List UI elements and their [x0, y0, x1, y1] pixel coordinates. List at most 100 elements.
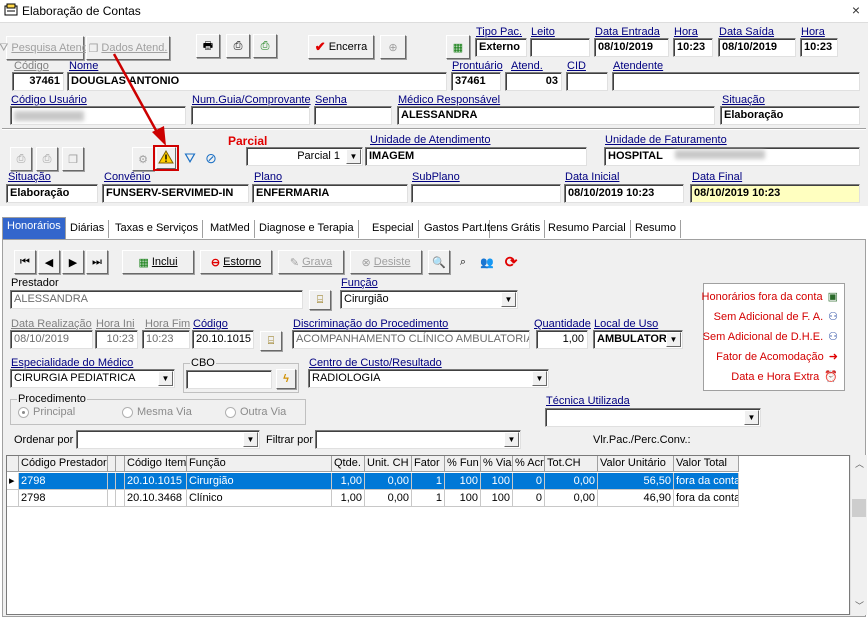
- unidade-fat-field[interactable]: HOSPITAL: [604, 147, 860, 166]
- cbo-lookup-button[interactable]: ϟ: [276, 369, 296, 389]
- tecnica-select[interactable]: ▼: [545, 408, 761, 427]
- grid-green-button[interactable]: ▦: [446, 35, 470, 59]
- grava-button[interactable]: ✎ Grava: [278, 250, 344, 274]
- hora-saida-field[interactable]: 10:23: [800, 38, 838, 57]
- subplano-field[interactable]: [411, 184, 561, 203]
- data-final-field[interactable]: 08/10/2019 10:23: [690, 184, 860, 203]
- print-partial-button[interactable]: ⎙: [36, 147, 58, 171]
- codigo-proc-field[interactable]: 20.10.1015: [192, 330, 254, 349]
- cell[interactable]: [108, 490, 116, 507]
- attach-button[interactable]: ⊘: [202, 147, 220, 169]
- tab-itens-gratis[interactable]: Itens Grátis: [480, 220, 546, 238]
- cell[interactable]: 0,00: [365, 490, 412, 507]
- chevron-down-icon[interactable]: ▼: [243, 432, 258, 447]
- hora-fim-field[interactable]: 10:23: [142, 330, 190, 349]
- zoom-button[interactable]: 🔍: [428, 250, 450, 274]
- pesquisa-atend-button[interactable]: ⛛ Pesquisa Atend.: [0, 36, 91, 60]
- cell[interactable]: 0: [513, 490, 545, 507]
- gear-button[interactable]: ⚙: [132, 147, 154, 171]
- first-record-button[interactable]: ⏮: [14, 250, 36, 274]
- cell[interactable]: 1,00: [332, 473, 365, 490]
- cell[interactable]: 46,90: [598, 490, 674, 507]
- col-header-valor-unitario[interactable]: Valor Unitário: [598, 456, 674, 472]
- radio-principal[interactable]: Principal: [18, 406, 75, 418]
- cell[interactable]: 0,00: [545, 473, 598, 490]
- num-guia-field[interactable]: [191, 106, 310, 125]
- col-header-perc-via[interactable]: % Via: [481, 456, 513, 472]
- codigo-search-button[interactable]: ⌸: [260, 331, 282, 351]
- tab-resumo-parcial[interactable]: Resumo Parcial: [544, 220, 631, 238]
- cbo-field[interactable]: [186, 370, 272, 389]
- cell[interactable]: fora da conta: [674, 473, 739, 490]
- chevron-down-icon[interactable]: ▼: [666, 332, 681, 347]
- chevron-down-icon[interactable]: ▼: [501, 292, 516, 307]
- tab-especial[interactable]: Especial: [368, 220, 419, 238]
- table-row[interactable]: ▸ 2798 20.10.1015 Cirurgião 1,00 0,00 1 …: [7, 473, 839, 490]
- honorarios-grid[interactable]: Código Prestador Código Item Função Qtde…: [6, 455, 850, 615]
- print-green-button[interactable]: ⎙: [253, 34, 277, 58]
- col-header-codigo-item[interactable]: Código Item: [125, 456, 187, 472]
- hora-ini-field[interactable]: 10:23: [95, 330, 138, 349]
- tab-resumo[interactable]: Resumo: [631, 220, 681, 238]
- local-uso-select[interactable]: AMBULATORI ▼: [593, 330, 683, 349]
- convenio-field[interactable]: FUNSERV-SERVIMED-IN: [102, 184, 249, 203]
- users-button[interactable]: 👥: [476, 250, 498, 274]
- parcial-select[interactable]: Parcial 1 ▼: [246, 147, 363, 166]
- tab-diarias[interactable]: Diárias: [66, 220, 110, 238]
- tab-honorarios[interactable]: Honorários: [2, 217, 66, 239]
- desiste-button[interactable]: ⊗ Desiste: [350, 250, 422, 274]
- next-record-button[interactable]: ▶: [62, 250, 84, 274]
- col-header-blank[interactable]: [108, 456, 116, 472]
- warning-button[interactable]: [156, 147, 176, 169]
- col-header-fator[interactable]: Fator: [412, 456, 445, 472]
- cell[interactable]: 2798: [19, 473, 108, 490]
- cell[interactable]: 1: [412, 473, 445, 490]
- cell[interactable]: 0,00: [545, 490, 598, 507]
- col-header-tot-ch[interactable]: Tot.CH: [545, 456, 598, 472]
- medico-field[interactable]: ALESSANDRA: [397, 106, 715, 125]
- print-setup-button[interactable]: 🖶: [196, 34, 220, 58]
- cid-field[interactable]: [566, 72, 608, 91]
- radio-mesma-via[interactable]: Mesma Via: [122, 406, 192, 418]
- chevron-down-icon[interactable]: ▼: [744, 410, 759, 425]
- funcao-select[interactable]: Cirurgião ▼: [340, 290, 518, 309]
- prev-record-button[interactable]: ◀: [38, 250, 60, 274]
- cell[interactable]: 1,00: [332, 490, 365, 507]
- scroll-thumb[interactable]: [852, 499, 866, 517]
- chevron-down-icon[interactable]: ▼: [158, 371, 173, 386]
- cell[interactable]: fora da conta: [674, 490, 739, 507]
- chevron-down-icon[interactable]: ▼: [346, 149, 361, 164]
- ordenar-select[interactable]: ▼: [76, 430, 260, 449]
- cell[interactable]: 2798: [19, 490, 108, 507]
- cell[interactable]: 0,00: [365, 473, 412, 490]
- col-header-funcao[interactable]: Função: [187, 456, 332, 472]
- col-header-valor-total[interactable]: Valor Total: [674, 456, 739, 472]
- col-header-qtde[interactable]: Qtde.: [332, 456, 365, 472]
- encerra-button[interactable]: ✔ Encerra: [308, 35, 374, 59]
- estorno-button[interactable]: ⊖ Estorno: [200, 250, 272, 274]
- discriminacao-field[interactable]: ACOMPANHAMENTO CLÍNICO AMBULATORIAL: [292, 330, 530, 349]
- situacao-field[interactable]: Elaboração: [720, 106, 860, 125]
- senha-field[interactable]: [314, 106, 392, 125]
- scroll-down-icon[interactable]: ﹀: [855, 599, 864, 612]
- cell[interactable]: [116, 473, 125, 490]
- codigo-field[interactable]: 37461: [12, 72, 64, 91]
- prontuario-field[interactable]: 37461: [451, 72, 501, 91]
- cell[interactable]: 100: [445, 490, 481, 507]
- cell[interactable]: [108, 473, 116, 490]
- chevron-down-icon[interactable]: ▼: [504, 432, 519, 447]
- cell[interactable]: Clínico: [187, 490, 332, 507]
- cell[interactable]: Cirurgião: [187, 473, 332, 490]
- print-button[interactable]: ⎙: [226, 34, 250, 58]
- last-record-button[interactable]: ⏭: [86, 250, 108, 274]
- cell[interactable]: 100: [445, 473, 481, 490]
- grid-scrollbar[interactable]: ︿ ﹀: [850, 455, 867, 615]
- hora-entrada-field[interactable]: 10:23: [673, 38, 713, 57]
- cell[interactable]: 20.10.3468: [125, 490, 187, 507]
- data-entrada-field[interactable]: 08/10/2019: [594, 38, 669, 57]
- especialidade-select[interactable]: CIRURGIA PEDIATRICA ▼: [10, 369, 175, 388]
- filter-button[interactable]: ⛛: [180, 147, 200, 169]
- tab-taxas-servicos[interactable]: Taxas e Serviços: [111, 220, 204, 238]
- lock-button[interactable]: ⊕: [380, 35, 406, 59]
- refresh-button[interactable]: ⟳: [500, 250, 522, 274]
